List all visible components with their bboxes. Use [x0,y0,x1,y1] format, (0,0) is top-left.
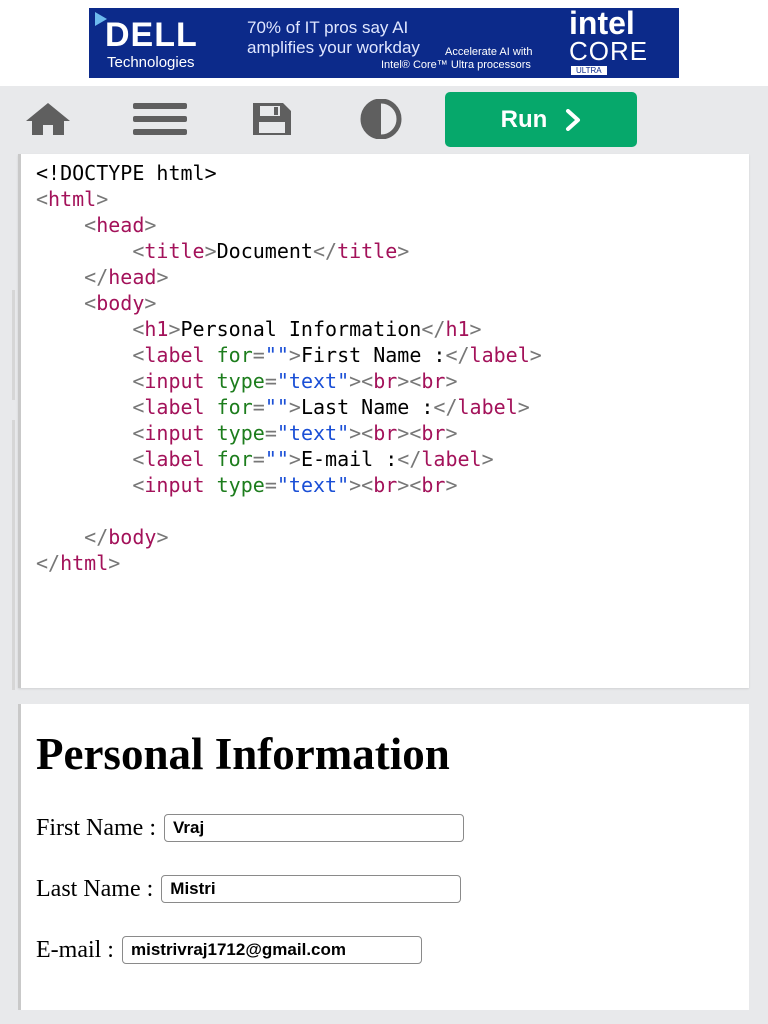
toolbar: Run [0,86,768,152]
last-name-input[interactable] [161,875,462,903]
home-button[interactable] [22,86,74,152]
ad-tagline-1: Accelerate AI with [445,46,533,58]
last-name-label: Last Name : [36,875,154,902]
email-row: E-mail : [36,936,422,964]
code-line[interactable]: <label for="">E-mail :</label> [36,447,493,471]
save-icon [253,103,291,135]
code-line[interactable]: <input type="text"><br><br> [36,369,457,393]
code-line[interactable]: <title>Document</title> [36,239,409,263]
code-line[interactable]: <head> [36,213,156,237]
first-name-input[interactable] [164,814,464,842]
output-preview: Personal Information First Name : Last N… [18,704,749,1010]
output-heading: Personal Information [36,729,450,779]
run-label: Run [500,105,548,133]
ad-banner[interactable]: DELL Technologies 70% of IT pros say AI … [89,8,679,78]
code-line[interactable]: <html> [36,187,108,211]
email-input[interactable] [121,936,422,964]
run-button[interactable]: Run [445,92,637,147]
code-line[interactable]: <label for="">First Name :</label> [36,343,541,367]
ad-headline: 70% of IT pros say AI amplifies your wor… [247,18,420,57]
ad-ultra-badge: ULTRA [571,66,607,75]
theme-toggle-button[interactable] [356,86,406,152]
code-line[interactable]: <input type="text"><br><br> [36,473,457,497]
ad-banner-area: DELL Technologies 70% of IT pros say AI … [0,0,768,86]
code-line[interactable]: <!DOCTYPE html> [36,161,217,185]
code-line[interactable]: <h1>Personal Information</h1> [36,317,481,341]
code-content[interactable]: <!DOCTYPE html> <html> <head> <title>Doc… [21,154,749,576]
code-line[interactable]: </body> [36,525,168,549]
ad-brand: DELL [105,16,198,54]
code-line[interactable]: </head> [36,265,168,289]
first-name-row: First Name : [36,814,464,842]
ad-tagline-2: Intel® Core™ Ultra processors [381,59,531,71]
email-label: E-mail : [36,936,114,963]
ad-core-logo: CORE [569,36,649,66]
scroll-edge [12,420,15,690]
contrast-icon [360,99,402,139]
code-line[interactable]: <body> [36,291,156,315]
home-icon [26,103,70,135]
save-button[interactable] [246,86,296,152]
code-editor[interactable]: <!DOCTYPE html> <html> <head> <title>Doc… [18,154,749,688]
code-line[interactable]: </html> [36,551,120,575]
code-line[interactable]: <label for="">Last Name :</label> [36,395,529,419]
chevron-right-icon [566,108,581,131]
scroll-edge [12,290,15,400]
code-line[interactable]: <input type="text"><br><br> [36,421,457,445]
menu-button[interactable] [130,86,190,152]
first-name-label: First Name : [36,814,156,841]
last-name-row: Last Name : [36,875,462,903]
menu-icon [133,103,187,135]
ad-intel-logo: intel [569,8,635,41]
ad-brand-sub: Technologies [107,54,195,71]
